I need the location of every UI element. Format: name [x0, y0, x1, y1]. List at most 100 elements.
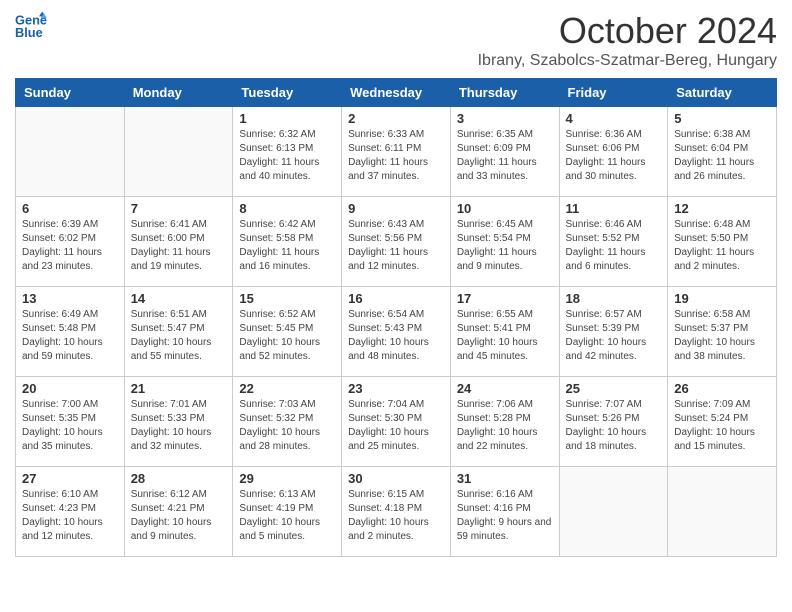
calendar-cell: 19 Sunrise: 6:58 AM Sunset: 5:37 PM Dayli…: [668, 287, 777, 377]
day-detail: Sunrise: 6:15 AM Sunset: 4:18 PM Dayligh…: [348, 488, 444, 544]
day-detail: Sunrise: 6:54 AM Sunset: 5:43 PM Dayligh…: [348, 308, 444, 364]
day-detail: Sunrise: 6:16 AM Sunset: 4:16 PM Dayligh…: [457, 488, 553, 544]
weekday-header: Tuesday: [233, 79, 342, 107]
weekday-header: Wednesday: [342, 79, 451, 107]
calendar-cell: 9 Sunrise: 6:43 AM Sunset: 5:56 PM Daylig…: [342, 197, 451, 287]
calendar-cell: 26 Sunrise: 7:09 AM Sunset: 5:24 PM Dayli…: [668, 377, 777, 467]
calendar-cell: 4Sunrise: 6:36 AM Sunset: 6:06 PM Daylig…: [559, 107, 668, 197]
day-detail: Sunrise: 6:33 AM Sunset: 6:11 PM Dayligh…: [348, 128, 444, 184]
day-number: 13: [22, 291, 118, 306]
weekday-header: Sunday: [16, 79, 125, 107]
day-detail: Sunrise: 6:49 AM Sunset: 5:48 PM Dayligh…: [22, 308, 118, 364]
calendar-cell: 27 Sunrise: 6:10 AM Sunset: 4:23 PM Dayli…: [16, 467, 125, 557]
weekday-header: Monday: [124, 79, 233, 107]
calendar-cell: 12 Sunrise: 6:48 AM Sunset: 5:50 PM Dayli…: [668, 197, 777, 287]
day-number: 23: [348, 381, 444, 396]
day-detail: Sunrise: 6:57 AM Sunset: 5:39 PM Dayligh…: [566, 308, 662, 364]
day-detail: Sunrise: 6:36 AM Sunset: 6:06 PM Dayligh…: [566, 128, 662, 184]
calendar-cell: 21Sunrise: 7:01 AM Sunset: 5:33 PM Dayli…: [124, 377, 233, 467]
day-number: 21: [131, 381, 227, 396]
header: General Blue October 2024 Ibrany, Szabol…: [15, 10, 777, 70]
calendar-cell: 14Sunrise: 6:51 AM Sunset: 5:47 PM Dayli…: [124, 287, 233, 377]
day-number: 5: [674, 111, 770, 126]
calendar-cell: 23 Sunrise: 7:04 AM Sunset: 5:30 PM Dayli…: [342, 377, 451, 467]
day-number: 1: [239, 111, 335, 126]
day-number: 19: [674, 291, 770, 306]
day-detail: Sunrise: 6:42 AM Sunset: 5:58 PM Dayligh…: [239, 218, 335, 274]
day-detail: Sunrise: 6:32 AM Sunset: 6:13 PM Dayligh…: [239, 128, 335, 184]
calendar-cell: 1 Sunrise: 6:32 AM Sunset: 6:13 PM Daylig…: [233, 107, 342, 197]
day-detail: Sunrise: 6:48 AM Sunset: 5:50 PM Dayligh…: [674, 218, 770, 274]
day-number: 24: [457, 381, 553, 396]
day-detail: Sunrise: 6:43 AM Sunset: 5:56 PM Dayligh…: [348, 218, 444, 274]
calendar-cell: 3Sunrise: 6:35 AM Sunset: 6:09 PM Daylig…: [450, 107, 559, 197]
day-detail: Sunrise: 6:52 AM Sunset: 5:45 PM Dayligh…: [239, 308, 335, 364]
day-detail: Sunrise: 7:06 AM Sunset: 5:28 PM Dayligh…: [457, 398, 553, 454]
calendar-week-row: 13 Sunrise: 6:49 AM Sunset: 5:48 PM Dayli…: [16, 287, 777, 377]
month-title: October 2024: [478, 10, 777, 52]
calendar-cell: 5 Sunrise: 6:38 AM Sunset: 6:04 PM Daylig…: [668, 107, 777, 197]
calendar-cell: 10Sunrise: 6:45 AM Sunset: 5:54 PM Dayli…: [450, 197, 559, 287]
calendar-cell: 6 Sunrise: 6:39 AM Sunset: 6:02 PM Daylig…: [16, 197, 125, 287]
calendar-cell: 30Sunrise: 6:15 AM Sunset: 4:18 PM Dayli…: [342, 467, 451, 557]
calendar-cell: 29 Sunrise: 6:13 AM Sunset: 4:19 PM Dayli…: [233, 467, 342, 557]
calendar-cell: 24 Sunrise: 7:06 AM Sunset: 5:28 PM Dayli…: [450, 377, 559, 467]
day-number: 15: [239, 291, 335, 306]
day-detail: Sunrise: 7:03 AM Sunset: 5:32 PM Dayligh…: [239, 398, 335, 454]
calendar-cell: 7Sunrise: 6:41 AM Sunset: 6:00 PM Daylig…: [124, 197, 233, 287]
weekday-header-row: SundayMondayTuesdayWednesdayThursdayFrid…: [16, 79, 777, 107]
day-number: 16: [348, 291, 444, 306]
day-number: 31: [457, 471, 553, 486]
day-number: 14: [131, 291, 227, 306]
calendar-cell: 17 Sunrise: 6:55 AM Sunset: 5:41 PM Dayli…: [450, 287, 559, 377]
day-number: 17: [457, 291, 553, 306]
day-number: 26: [674, 381, 770, 396]
day-number: 28: [131, 471, 227, 486]
calendar-week-row: 6 Sunrise: 6:39 AM Sunset: 6:02 PM Daylig…: [16, 197, 777, 287]
calendar-body: 1 Sunrise: 6:32 AM Sunset: 6:13 PM Daylig…: [16, 107, 777, 557]
day-detail: Sunrise: 6:12 AM Sunset: 4:21 PM Dayligh…: [131, 488, 227, 544]
day-detail: Sunrise: 6:13 AM Sunset: 4:19 PM Dayligh…: [239, 488, 335, 544]
day-number: 27: [22, 471, 118, 486]
calendar-cell: 16 Sunrise: 6:54 AM Sunset: 5:43 PM Dayli…: [342, 287, 451, 377]
day-detail: Sunrise: 6:10 AM Sunset: 4:23 PM Dayligh…: [22, 488, 118, 544]
calendar-cell: 31 Sunrise: 6:16 AM Sunset: 4:16 PM Dayli…: [450, 467, 559, 557]
logo: General Blue: [15, 10, 49, 42]
calendar-cell: 25 Sunrise: 7:07 AM Sunset: 5:26 PM Dayli…: [559, 377, 668, 467]
day-number: 12: [674, 201, 770, 216]
day-number: 6: [22, 201, 118, 216]
day-number: 18: [566, 291, 662, 306]
day-number: 7: [131, 201, 227, 216]
day-detail: Sunrise: 7:04 AM Sunset: 5:30 PM Dayligh…: [348, 398, 444, 454]
day-number: 20: [22, 381, 118, 396]
day-detail: Sunrise: 6:55 AM Sunset: 5:41 PM Dayligh…: [457, 308, 553, 364]
weekday-header: Thursday: [450, 79, 559, 107]
calendar-cell: 13 Sunrise: 6:49 AM Sunset: 5:48 PM Dayli…: [16, 287, 125, 377]
calendar-week-row: 20 Sunrise: 7:00 AM Sunset: 5:35 PM Dayli…: [16, 377, 777, 467]
day-number: 25: [566, 381, 662, 396]
calendar-cell: 22 Sunrise: 7:03 AM Sunset: 5:32 PM Dayli…: [233, 377, 342, 467]
day-number: 10: [457, 201, 553, 216]
calendar-cell: 11Sunrise: 6:46 AM Sunset: 5:52 PM Dayli…: [559, 197, 668, 287]
day-detail: Sunrise: 7:00 AM Sunset: 5:35 PM Dayligh…: [22, 398, 118, 454]
calendar-cell: 28 Sunrise: 6:12 AM Sunset: 4:21 PM Dayli…: [124, 467, 233, 557]
calendar-cell: 2 Sunrise: 6:33 AM Sunset: 6:11 PM Daylig…: [342, 107, 451, 197]
calendar-cell: [559, 467, 668, 557]
day-detail: Sunrise: 7:07 AM Sunset: 5:26 PM Dayligh…: [566, 398, 662, 454]
day-detail: Sunrise: 6:58 AM Sunset: 5:37 PM Dayligh…: [674, 308, 770, 364]
calendar-week-row: 1 Sunrise: 6:32 AM Sunset: 6:13 PM Daylig…: [16, 107, 777, 197]
day-detail: Sunrise: 6:46 AM Sunset: 5:52 PM Dayligh…: [566, 218, 662, 274]
day-number: 2: [348, 111, 444, 126]
calendar-week-row: 27 Sunrise: 6:10 AM Sunset: 4:23 PM Dayli…: [16, 467, 777, 557]
page: General Blue October 2024 Ibrany, Szabol…: [0, 0, 792, 567]
day-number: 22: [239, 381, 335, 396]
day-number: 29: [239, 471, 335, 486]
day-detail: Sunrise: 6:39 AM Sunset: 6:02 PM Dayligh…: [22, 218, 118, 274]
day-detail: Sunrise: 6:38 AM Sunset: 6:04 PM Dayligh…: [674, 128, 770, 184]
title-section: October 2024 Ibrany, Szabolcs-Szatmar-Be…: [478, 10, 777, 70]
day-number: 9: [348, 201, 444, 216]
calendar-cell: [124, 107, 233, 197]
day-detail: Sunrise: 7:09 AM Sunset: 5:24 PM Dayligh…: [674, 398, 770, 454]
calendar-cell: 18 Sunrise: 6:57 AM Sunset: 5:39 PM Dayli…: [559, 287, 668, 377]
logo-icon: General Blue: [15, 10, 47, 42]
